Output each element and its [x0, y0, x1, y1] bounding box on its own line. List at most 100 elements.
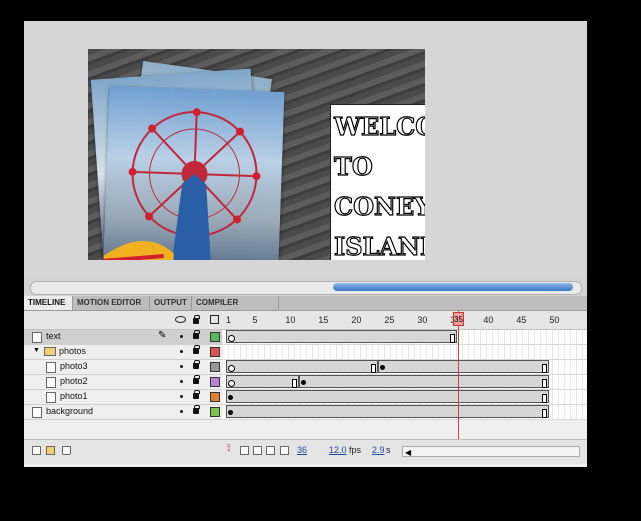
text-field[interactable]: WELCOME TO CONEY ISLAND!	[330, 104, 425, 260]
lock-toggle-icon[interactable]	[193, 330, 200, 339]
outline-color-swatch[interactable]	[210, 407, 220, 417]
eye-icon[interactable]	[175, 316, 186, 323]
layer-photo2[interactable]: photo2	[24, 375, 222, 390]
tab-timeline[interactable]: TIMELINE	[24, 296, 73, 310]
frame-grid[interactable]: 15101520253035404550	[223, 311, 587, 435]
flash-app-window: WELCOME TO CONEY ISLAND! TIMELINE MOTION…	[24, 21, 587, 467]
layer-background[interactable]: background	[24, 405, 222, 420]
frame-span[interactable]	[298, 375, 550, 388]
timeline-horizontal-scrollbar[interactable]: ◀	[402, 446, 580, 457]
frame-span[interactable]	[377, 360, 550, 373]
timeline-footer: ⟟ 36 12.0 fps 2.9 s ◀	[24, 439, 587, 464]
frame-span[interactable]	[226, 405, 550, 418]
stage-canvas[interactable]: WELCOME TO CONEY ISLAND!	[88, 49, 425, 260]
layer-name[interactable]: photo2	[60, 376, 88, 386]
visibility-toggle[interactable]	[180, 410, 183, 413]
new-layer-icon[interactable]	[32, 446, 41, 455]
stage-horizontal-scrollbar[interactable]	[30, 281, 582, 295]
keyframe[interactable]	[228, 365, 235, 372]
trash-icon[interactable]	[62, 446, 71, 455]
outline-icon[interactable]	[210, 315, 219, 324]
visibility-toggle[interactable]	[180, 350, 183, 353]
frame-row-photos[interactable]	[223, 345, 587, 360]
stage-area: WELCOME TO CONEY ISLAND!	[24, 21, 587, 295]
layer-photo1[interactable]: photo1	[24, 390, 222, 405]
keyframe[interactable]	[228, 380, 235, 387]
frame-row-photo3[interactable]	[223, 360, 587, 375]
outline-color-swatch[interactable]	[210, 392, 220, 402]
elapsed-time-unit: s	[386, 445, 391, 455]
frame-span[interactable]	[226, 390, 550, 403]
outline-color-swatch[interactable]	[210, 347, 220, 357]
pencil-icon: ✎	[158, 330, 167, 341]
layer-name[interactable]: text	[46, 331, 61, 341]
lock-toggle-icon[interactable]	[193, 405, 200, 414]
frame-row-text[interactable]	[223, 330, 587, 345]
layer-photo3[interactable]: photo3	[24, 360, 222, 375]
end-frame[interactable]	[542, 409, 548, 418]
end-frame[interactable]	[542, 394, 548, 403]
visibility-toggle[interactable]	[180, 395, 183, 398]
visibility-toggle[interactable]	[180, 335, 183, 338]
keyframe[interactable]	[228, 335, 235, 342]
edit-multiple-frames-icon[interactable]	[266, 446, 275, 455]
lock-toggle-icon[interactable]	[193, 345, 200, 354]
photo1-image[interactable]	[102, 86, 285, 260]
lock-icon[interactable]	[193, 315, 200, 324]
modify-onion-markers-icon[interactable]	[280, 446, 289, 455]
end-frame[interactable]	[370, 364, 376, 373]
frame-number-label: 15	[318, 315, 329, 325]
end-frame[interactable]	[291, 379, 297, 388]
end-frame[interactable]	[450, 334, 455, 343]
frame-row-photo2[interactable]	[223, 375, 587, 390]
tab-motion-editor[interactable]: MOTION EDITOR	[73, 296, 150, 310]
visibility-toggle[interactable]	[180, 365, 183, 368]
outline-color-swatch[interactable]	[210, 332, 220, 342]
new-folder-icon[interactable]	[46, 446, 55, 455]
end-frame[interactable]	[542, 379, 548, 388]
lock-toggle-icon[interactable]	[193, 390, 200, 399]
center-frame-icon[interactable]: ⟟	[227, 443, 236, 454]
frame-number-label: 40	[483, 315, 494, 325]
onion-skin-icon[interactable]	[240, 446, 249, 455]
frame-span[interactable]	[226, 360, 378, 373]
welcome-headline: WELCOME TO CONEY ISLAND!	[333, 111, 425, 260]
panel-tabs: TIMELINE MOTION EDITOR OUTPUT COMPILER E…	[24, 296, 587, 321]
scroll-left-icon[interactable]: ◀	[405, 448, 411, 457]
frame-number-label: 25	[384, 315, 395, 325]
frame-span[interactable]	[226, 330, 457, 343]
folder-expand-icon[interactable]: ▼	[33, 347, 40, 354]
layer-name[interactable]: photo3	[60, 361, 88, 371]
tab-output[interactable]: OUTPUT	[150, 296, 192, 310]
keyframe[interactable]	[379, 365, 385, 370]
layer-name[interactable]: background	[46, 406, 93, 416]
layer-icon	[46, 362, 56, 373]
playhead-marker[interactable]: 35	[453, 312, 464, 326]
layer-icon	[46, 392, 56, 403]
stage-scroll-thumb[interactable]	[333, 283, 573, 291]
frame-row-photo1[interactable]	[223, 390, 587, 405]
layer-text[interactable]: text ✎	[24, 330, 222, 345]
tab-compiler-errors[interactable]: COMPILER ERRORS	[192, 296, 279, 321]
keyframe[interactable]	[228, 410, 233, 415]
outline-color-swatch[interactable]	[210, 362, 220, 372]
frame-row-background[interactable]	[223, 405, 587, 420]
lock-toggle-icon[interactable]	[193, 360, 200, 369]
lock-toggle-icon[interactable]	[193, 375, 200, 384]
layer-name[interactable]: photos	[59, 346, 86, 356]
outline-color-swatch[interactable]	[210, 377, 220, 387]
folder-icon	[44, 347, 56, 356]
onion-skin-outline-icon[interactable]	[253, 446, 262, 455]
keyframe[interactable]	[300, 380, 306, 385]
frame-rate-value[interactable]: 12.0	[329, 445, 347, 455]
elapsed-time-value[interactable]: 2.9	[372, 445, 385, 455]
visibility-toggle[interactable]	[180, 380, 183, 383]
keyframe[interactable]	[228, 395, 233, 400]
end-frame[interactable]	[542, 364, 548, 373]
layer-list: text ✎ ▼ photos photo3 photo2 photo1 background	[24, 330, 222, 435]
layer-name[interactable]: photo1	[60, 391, 88, 401]
frame-number-label: 30	[417, 315, 428, 325]
frame-span[interactable]	[226, 375, 299, 388]
layer-photos[interactable]: ▼ photos	[24, 345, 222, 360]
current-frame-value[interactable]: 36	[297, 445, 307, 455]
